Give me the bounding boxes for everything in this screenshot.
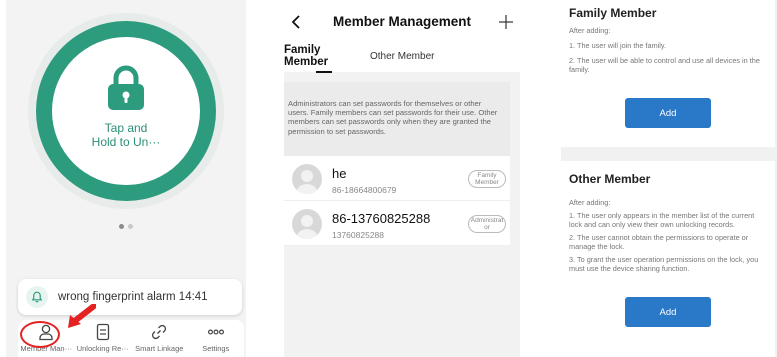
role-badge: Family Member	[468, 170, 506, 188]
unlock-button[interactable]: Tap and Hold to Un···	[52, 37, 200, 185]
tab-label: Unlocking Re···	[76, 344, 129, 353]
lock-home-screen: Tap and Hold to Un··· wrong fingerprint …	[6, 0, 246, 357]
tab-label: Smart Linkage	[135, 344, 184, 353]
default-avatar-icon	[296, 215, 318, 239]
other-member-card: Other Member After adding: 1. The user o…	[561, 161, 775, 357]
member-name: 86-13760825288	[332, 211, 431, 226]
bell-icon	[31, 291, 43, 303]
card-point: 2. The user will be able to control and …	[569, 56, 760, 74]
tab-family-line2: Member	[284, 56, 329, 68]
member-type-tabs: Family Member Other Member	[284, 44, 520, 73]
more-icon	[207, 329, 224, 335]
record-icon	[96, 323, 109, 341]
card-title: Family Member	[569, 6, 657, 20]
add-other-member-button[interactable]: Add	[625, 297, 711, 327]
bottom-tab-bar: Member Man··· Unlocking Re··· Smart Link…	[18, 320, 244, 357]
avatar	[292, 209, 322, 239]
card-lead: After adding:	[569, 26, 611, 35]
tab-settings[interactable]: Settings	[188, 320, 245, 357]
highlight-circle	[20, 321, 60, 348]
member-list: he 86-18664800679 Family Member 86-13760…	[284, 156, 510, 246]
avatar	[292, 164, 322, 194]
tab-family-member[interactable]: Family Member	[284, 44, 328, 68]
link-icon	[152, 324, 167, 340]
page-title: Member Management	[332, 14, 472, 29]
permissions-notice: Administrators can set passwords for the…	[284, 82, 510, 156]
lock-icon	[108, 65, 144, 110]
page-dot-active	[119, 224, 124, 229]
card-title: Other Member	[569, 172, 651, 186]
tab-family-line1: Family	[284, 44, 321, 56]
tab-smart-linkage[interactable]: Smart Linkage	[131, 320, 188, 357]
red-arrow-icon	[68, 304, 96, 328]
card-point: 3. To grant the user operation permissio…	[569, 255, 759, 273]
card-point: 2. The user cannot obtain the permission…	[569, 233, 749, 251]
default-avatar-icon	[296, 170, 318, 194]
alarm-text: wrong fingerprint alarm 14:41	[58, 291, 208, 303]
tab-other-member[interactable]: Other Member	[370, 51, 434, 62]
card-point: 1. The user will join the family.	[569, 41, 667, 50]
member-phone: 13760825288	[332, 230, 385, 240]
add-member-info-screen: Family Member After adding: 1. The user …	[561, 0, 777, 357]
role-badge: Administrat or	[468, 215, 506, 233]
member-name: he	[332, 166, 347, 181]
add-family-member-button[interactable]: Add	[625, 98, 711, 128]
family-member-card: Family Member After adding: 1. The user …	[561, 0, 775, 147]
tap-line-2: Hold to Un···	[91, 135, 161, 149]
screenshot-composite: Tap and Hold to Un··· wrong fingerprint …	[0, 0, 777, 357]
card-lead: After adding:	[569, 198, 611, 207]
card-point: 1. The user only appears in the member l…	[569, 211, 755, 229]
alarm-notification[interactable]: wrong fingerprint alarm 14:41	[18, 279, 242, 315]
page-dot	[128, 224, 133, 229]
plus-icon[interactable]	[498, 14, 514, 30]
nav-bar: Member Management	[284, 0, 520, 44]
unlock-ring[interactable]: Tap and Hold to Un···	[28, 13, 224, 209]
member-phone: 86-18664800679	[332, 185, 397, 195]
member-row[interactable]: he 86-18664800679 Family Member	[284, 156, 510, 201]
member-management-screen: Member Management Family Member Other Me…	[284, 0, 520, 357]
tab-label: Settings	[202, 344, 230, 353]
tap-hold-hint: Tap and Hold to Un···	[52, 121, 200, 149]
tap-line-1: Tap and	[104, 121, 148, 135]
member-row[interactable]: 86-13760825288 13760825288 Administrat o…	[284, 201, 510, 246]
active-tab-underline	[316, 71, 332, 73]
page-indicator	[119, 224, 133, 229]
